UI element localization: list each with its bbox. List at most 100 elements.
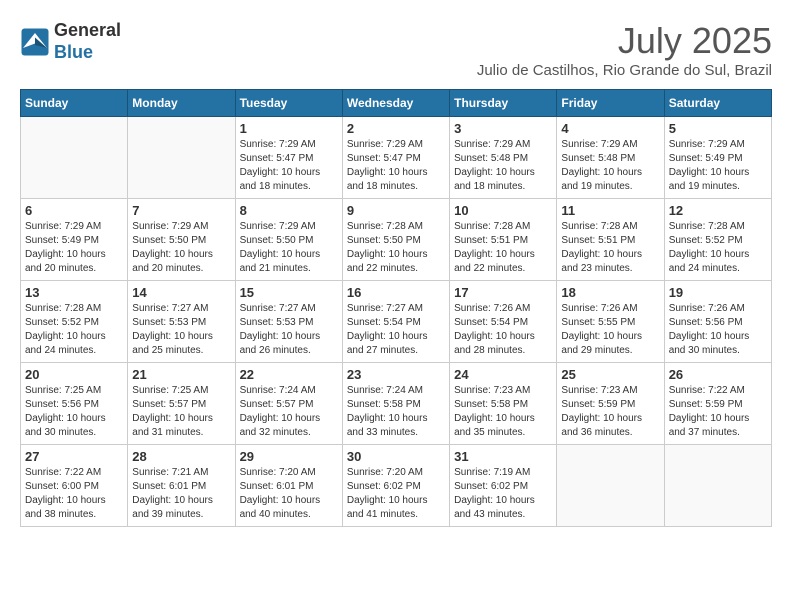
day-number: 27: [25, 449, 123, 464]
day-info: Sunrise: 7:24 AM Sunset: 5:58 PM Dayligh…: [347, 384, 445, 440]
day-info: Sunrise: 7:29 AM Sunset: 5:47 PM Dayligh…: [240, 138, 338, 194]
day-number: 16: [347, 285, 445, 300]
calendar-cell: [557, 445, 664, 527]
day-info: Sunrise: 7:25 AM Sunset: 5:57 PM Dayligh…: [132, 384, 230, 440]
day-info: Sunrise: 7:29 AM Sunset: 5:47 PM Dayligh…: [347, 138, 445, 194]
calendar-cell: 25 Sunrise: 7:23 AM Sunset: 5:59 PM Dayli…: [557, 363, 664, 445]
calendar-cell: 6 Sunrise: 7:29 AM Sunset: 5:49 PM Daylig…: [21, 199, 128, 281]
calendar-cell: 18Sunrise: 7:26 AM Sunset: 5:55 PM Dayli…: [557, 281, 664, 363]
weekday-header: Saturday: [664, 90, 771, 117]
calendar-cell: 17 Sunrise: 7:26 AM Sunset: 5:54 PM Dayli…: [450, 281, 557, 363]
calendar-cell: 21 Sunrise: 7:25 AM Sunset: 5:57 PM Dayli…: [128, 363, 235, 445]
day-number: 26: [669, 367, 767, 382]
calendar-cell: 8Sunrise: 7:29 AM Sunset: 5:50 PM Daylig…: [235, 199, 342, 281]
day-info: Sunrise: 7:20 AM Sunset: 6:02 PM Dayligh…: [347, 466, 445, 522]
calendar-week-row: 20 Sunrise: 7:25 AM Sunset: 5:56 PM Dayli…: [21, 363, 772, 445]
weekday-header: Thursday: [450, 90, 557, 117]
calendar-cell: 2Sunrise: 7:29 AM Sunset: 5:47 PM Daylig…: [342, 117, 449, 199]
calendar-cell: 31 Sunrise: 7:19 AM Sunset: 6:02 PM Dayli…: [450, 445, 557, 527]
calendar-cell: 3 Sunrise: 7:29 AM Sunset: 5:48 PM Daylig…: [450, 117, 557, 199]
day-number: 22: [240, 367, 338, 382]
weekday-header: Tuesday: [235, 90, 342, 117]
day-info: Sunrise: 7:29 AM Sunset: 5:48 PM Dayligh…: [561, 138, 659, 194]
day-number: 6: [25, 203, 123, 218]
day-number: 14: [132, 285, 230, 300]
day-number: 15: [240, 285, 338, 300]
calendar-week-row: 13Sunrise: 7:28 AM Sunset: 5:52 PM Dayli…: [21, 281, 772, 363]
day-info: Sunrise: 7:22 AM Sunset: 5:59 PM Dayligh…: [669, 384, 767, 440]
day-info: Sunrise: 7:26 AM Sunset: 5:56 PM Dayligh…: [669, 302, 767, 358]
calendar-cell: 19 Sunrise: 7:26 AM Sunset: 5:56 PM Dayli…: [664, 281, 771, 363]
day-number: 4: [561, 121, 659, 136]
day-info: Sunrise: 7:28 AM Sunset: 5:51 PM Dayligh…: [561, 220, 659, 276]
day-number: 24: [454, 367, 552, 382]
day-info: Sunrise: 7:24 AM Sunset: 5:57 PM Dayligh…: [240, 384, 338, 440]
calendar-week-row: 6 Sunrise: 7:29 AM Sunset: 5:49 PM Daylig…: [21, 199, 772, 281]
calendar-cell: 30 Sunrise: 7:20 AM Sunset: 6:02 PM Dayli…: [342, 445, 449, 527]
day-number: 3: [454, 121, 552, 136]
calendar-cell: 29Sunrise: 7:20 AM Sunset: 6:01 PM Dayli…: [235, 445, 342, 527]
day-number: 11: [561, 203, 659, 218]
day-number: 12: [669, 203, 767, 218]
day-info: Sunrise: 7:23 AM Sunset: 5:59 PM Dayligh…: [561, 384, 659, 440]
calendar-cell: [664, 445, 771, 527]
calendar-cell: [128, 117, 235, 199]
calendar-cell: 5Sunrise: 7:29 AM Sunset: 5:49 PM Daylig…: [664, 117, 771, 199]
calendar-cell: 14 Sunrise: 7:27 AM Sunset: 5:53 PM Dayli…: [128, 281, 235, 363]
day-number: 18: [561, 285, 659, 300]
day-number: 8: [240, 203, 338, 218]
day-info: Sunrise: 7:29 AM Sunset: 5:50 PM Dayligh…: [132, 220, 230, 276]
day-number: 21: [132, 367, 230, 382]
calendar-cell: 26 Sunrise: 7:22 AM Sunset: 5:59 PM Dayli…: [664, 363, 771, 445]
calendar-cell: [21, 117, 128, 199]
day-number: 31: [454, 449, 552, 464]
logo-line1: General: [54, 20, 121, 42]
day-number: 7: [132, 203, 230, 218]
calendar-cell: 22 Sunrise: 7:24 AM Sunset: 5:57 PM Dayli…: [235, 363, 342, 445]
day-info: Sunrise: 7:20 AM Sunset: 6:01 PM Dayligh…: [240, 466, 338, 522]
day-info: Sunrise: 7:29 AM Sunset: 5:49 PM Dayligh…: [25, 220, 123, 276]
day-number: 19: [669, 285, 767, 300]
day-number: 9: [347, 203, 445, 218]
logo-line2: Blue: [54, 42, 121, 64]
calendar-cell: 20 Sunrise: 7:25 AM Sunset: 5:56 PM Dayli…: [21, 363, 128, 445]
day-info: Sunrise: 7:28 AM Sunset: 5:52 PM Dayligh…: [25, 302, 123, 358]
title-block: July 2025 Julio de Castilhos, Rio Grande…: [477, 20, 772, 79]
calendar-cell: 13Sunrise: 7:28 AM Sunset: 5:52 PM Dayli…: [21, 281, 128, 363]
calendar-cell: 15Sunrise: 7:27 AM Sunset: 5:53 PM Dayli…: [235, 281, 342, 363]
day-info: Sunrise: 7:29 AM Sunset: 5:49 PM Dayligh…: [669, 138, 767, 194]
day-info: Sunrise: 7:25 AM Sunset: 5:56 PM Dayligh…: [25, 384, 123, 440]
day-info: Sunrise: 7:27 AM Sunset: 5:53 PM Dayligh…: [132, 302, 230, 358]
weekday-header: Wednesday: [342, 90, 449, 117]
location-subtitle: Julio de Castilhos, Rio Grande do Sul, B…: [477, 62, 772, 79]
weekday-header: Monday: [128, 90, 235, 117]
day-info: Sunrise: 7:28 AM Sunset: 5:52 PM Dayligh…: [669, 220, 767, 276]
calendar-cell: 9 Sunrise: 7:28 AM Sunset: 5:50 PM Daylig…: [342, 199, 449, 281]
day-info: Sunrise: 7:27 AM Sunset: 5:54 PM Dayligh…: [347, 302, 445, 358]
day-number: 17: [454, 285, 552, 300]
calendar-cell: 23 Sunrise: 7:24 AM Sunset: 5:58 PM Dayli…: [342, 363, 449, 445]
day-number: 25: [561, 367, 659, 382]
day-number: 23: [347, 367, 445, 382]
logo-icon: [20, 27, 50, 57]
day-info: Sunrise: 7:26 AM Sunset: 5:54 PM Dayligh…: [454, 302, 552, 358]
month-title: July 2025: [477, 20, 772, 62]
calendar-cell: 16 Sunrise: 7:27 AM Sunset: 5:54 PM Dayli…: [342, 281, 449, 363]
day-number: 1: [240, 121, 338, 136]
calendar-table: SundayMondayTuesdayWednesdayThursdayFrid…: [20, 89, 772, 527]
calendar-cell: 27 Sunrise: 7:22 AM Sunset: 6:00 PM Dayli…: [21, 445, 128, 527]
day-number: 30: [347, 449, 445, 464]
calendar-cell: 10Sunrise: 7:28 AM Sunset: 5:51 PM Dayli…: [450, 199, 557, 281]
weekday-header: Sunday: [21, 90, 128, 117]
day-info: Sunrise: 7:29 AM Sunset: 5:48 PM Dayligh…: [454, 138, 552, 194]
page-header: General Blue July 2025 Julio de Castilho…: [20, 20, 772, 79]
day-info: Sunrise: 7:22 AM Sunset: 6:00 PM Dayligh…: [25, 466, 123, 522]
calendar-cell: 24Sunrise: 7:23 AM Sunset: 5:58 PM Dayli…: [450, 363, 557, 445]
logo: General Blue: [20, 20, 121, 63]
weekday-header: Friday: [557, 90, 664, 117]
calendar-cell: 1 Sunrise: 7:29 AM Sunset: 5:47 PM Daylig…: [235, 117, 342, 199]
day-info: Sunrise: 7:19 AM Sunset: 6:02 PM Dayligh…: [454, 466, 552, 522]
day-info: Sunrise: 7:28 AM Sunset: 5:51 PM Dayligh…: [454, 220, 552, 276]
day-number: 20: [25, 367, 123, 382]
day-info: Sunrise: 7:28 AM Sunset: 5:50 PM Dayligh…: [347, 220, 445, 276]
